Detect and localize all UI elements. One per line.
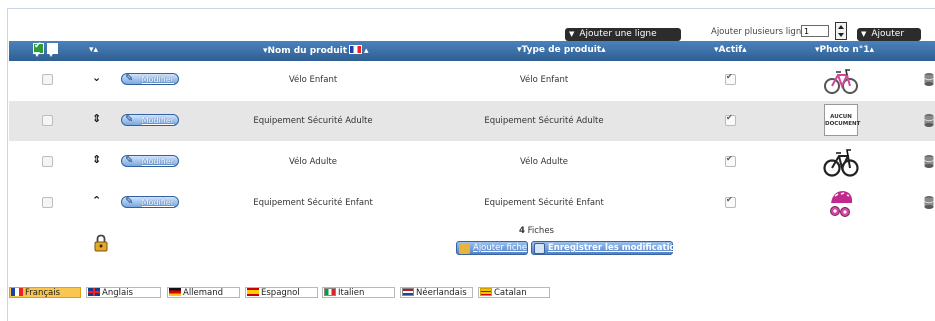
spinner-up-icon[interactable] (838, 25, 844, 29)
arrow-down-icon (48, 52, 54, 57)
table-row: ⇕ ✎ Modifier Vélo Adulte Vélo Adulte (9, 142, 935, 182)
pencil-icon: ✎ (125, 114, 134, 125)
product-name-header[interactable]: ▾Nom du produit ▴ (263, 45, 369, 56)
modify-label: Modifier (141, 116, 174, 125)
pencil-icon: ✎ (125, 73, 134, 84)
tab-language-italian[interactable]: Italien (322, 287, 395, 298)
italian-flag-icon (324, 288, 336, 296)
french-flag-icon (11, 288, 23, 296)
product-type-cell: Equipement Sécurité Enfant (484, 198, 604, 208)
product-name-header-sort: ▴ (364, 46, 369, 56)
tab-language-label: Italien (338, 288, 365, 298)
lock-icon[interactable] (94, 234, 108, 252)
sort-updown-icon[interactable]: ⇕ (92, 113, 101, 124)
table-row: ⇕ ✎ Modifier Equipement Sécurité Adulte E… (9, 101, 935, 141)
helmet-pink-image[interactable] (823, 185, 859, 221)
product-type-cell: Equipement Sécurité Adulte (484, 116, 604, 126)
record-count: 4 Fiches (519, 226, 554, 236)
tab-language-catalan[interactable]: Catalan (478, 287, 550, 298)
sort-up-icon[interactable]: ⌃ (92, 195, 101, 206)
database-icon[interactable] (924, 72, 934, 86)
modify-label: Modifier (141, 157, 174, 166)
product-name-cell: Vélo Enfant (288, 75, 338, 85)
tab-language-label: Espagnol (261, 288, 300, 298)
add-line-button[interactable]: ▼ Ajouter une ligne (565, 28, 681, 41)
modify-button[interactable]: ✎ Modifier (121, 155, 179, 167)
record-count-label: Fiches (527, 226, 554, 236)
tab-language-german[interactable]: Allemand (167, 287, 240, 298)
table-row: ⌄ ✎ Modifier Vélo Enfant Vélo Enfant (9, 60, 935, 100)
active-checkbox[interactable] (725, 72, 736, 85)
sort-header[interactable]: ▾▴ (89, 45, 98, 55)
product-type-header[interactable]: ▾Type de produit▴ (517, 45, 606, 55)
tab-language-label: Allemand (183, 288, 224, 298)
product-name-cell: Equipement Sécurité Adulte (253, 116, 373, 126)
bike-black-image[interactable] (823, 144, 859, 180)
product-type-cell: Vélo Adulte (519, 157, 569, 167)
add-record-label: Ajouter fiche (473, 243, 528, 253)
add-record-button[interactable]: Ajouter fiche (456, 241, 528, 255)
save-changes-label: Enregistrer les modifications (548, 243, 687, 253)
tab-language-dutch[interactable]: Néerlandais (400, 287, 473, 298)
pencil-icon: ✎ (125, 155, 134, 166)
pencil-icon: ✎ (125, 196, 134, 207)
row-select-checkbox[interactable] (42, 74, 53, 85)
arrow-down-icon (34, 52, 40, 57)
tab-language-french[interactable]: Français (9, 287, 81, 298)
catalan-flag-icon (480, 288, 492, 296)
database-icon[interactable] (924, 113, 934, 127)
sort-updown-icon[interactable]: ⇕ (92, 154, 101, 165)
table-header: ▾▴ ▾Nom du produit ▴ ▾Type de produit▴ ▾A… (9, 41, 935, 61)
database-icon[interactable] (924, 195, 934, 209)
save-disk-icon (534, 243, 545, 254)
active-checkbox[interactable] (725, 113, 736, 126)
triangle-down-icon: ▼ (569, 30, 575, 38)
modify-label: Modifier (141, 75, 174, 84)
modify-button[interactable]: ✎ Modifier (121, 196, 179, 208)
dutch-flag-icon (402, 288, 414, 296)
spanish-flag-icon (247, 288, 259, 296)
product-name-header-label: ▾Nom du produit (263, 46, 348, 56)
sort-down-icon[interactable]: ⌄ (92, 72, 101, 83)
french-flag-icon (349, 45, 363, 54)
row-select-checkbox[interactable] (42, 197, 53, 208)
no-document-placeholder[interactable]: AUCUN DOCUMENT (824, 104, 860, 136)
tab-language-label: Catalan (494, 288, 527, 298)
tab-language-label: Néerlandais (416, 288, 467, 298)
add-button-label: Ajouter (871, 29, 905, 39)
active-header[interactable]: ▾Actif▴ (714, 45, 747, 55)
german-flag-icon (169, 288, 181, 296)
triangle-down-icon: ▼ (861, 30, 867, 38)
modify-label: Modifier (141, 198, 174, 207)
photo-header[interactable]: ▾Photo n°1▴ (815, 45, 874, 55)
modify-button[interactable]: ✎ Modifier (121, 73, 179, 85)
row-select-checkbox[interactable] (42, 156, 53, 167)
tab-language-label: Français (25, 288, 61, 298)
row-select-checkbox[interactable] (42, 115, 53, 126)
modify-button[interactable]: ✎ Modifier (121, 114, 179, 126)
product-name-cell: Vélo Adulte (288, 157, 338, 167)
bike-pink-image[interactable] (823, 62, 859, 98)
count-spinner[interactable] (835, 22, 847, 40)
add-button[interactable]: ▼ Ajouter (857, 28, 921, 41)
tab-language-label: Anglais (102, 288, 133, 298)
table-row: ⌃ ✎ Modifier Equipement Sécurité Enfant E… (9, 183, 935, 223)
add-count-input[interactable] (801, 25, 829, 37)
database-icon[interactable] (924, 154, 934, 168)
add-line-label: Ajouter une ligne (579, 29, 657, 39)
active-checkbox[interactable] (725, 154, 736, 167)
product-type-cell: Vélo Enfant (519, 75, 569, 85)
english-flag-icon (88, 288, 100, 296)
spinner-down-icon[interactable] (838, 33, 844, 37)
active-checkbox[interactable] (725, 195, 736, 208)
product-name-cell: Equipement Sécurité Enfant (253, 198, 373, 208)
tab-language-spanish[interactable]: Espagnol (245, 287, 318, 298)
record-count-number: 4 (519, 226, 525, 236)
save-changes-button[interactable]: Enregistrer les modifications (531, 241, 686, 255)
add-record-icon (459, 243, 470, 254)
tab-language-english[interactable]: Anglais (86, 287, 161, 298)
